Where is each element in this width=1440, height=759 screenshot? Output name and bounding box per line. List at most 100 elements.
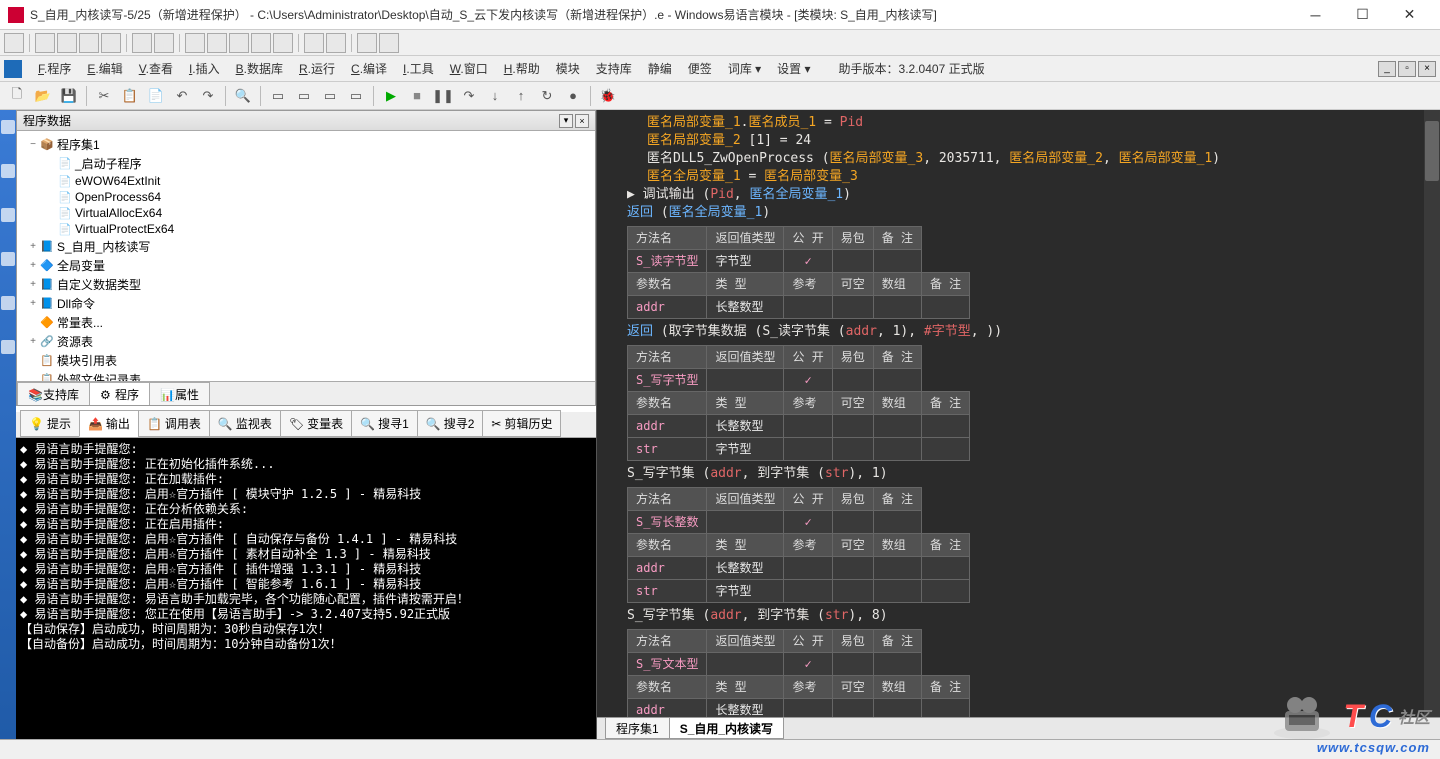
tb-btn[interactable] <box>185 33 205 53</box>
tb-btn[interactable] <box>207 33 227 53</box>
tree-node[interactable]: +📘Dll命令 <box>19 294 593 313</box>
tree-toggle[interactable]: + <box>27 298 39 309</box>
tree-node[interactable]: 📄eWOW64ExtInit <box>19 173 593 189</box>
menu-item[interactable]: B.数据库 <box>228 59 291 79</box>
run-icon[interactable]: ▶ <box>380 85 402 107</box>
table-cell[interactable]: str <box>628 438 707 461</box>
table-cell[interactable] <box>707 369 784 392</box>
table-cell[interactable] <box>784 415 832 438</box>
table-cell[interactable] <box>784 699 832 718</box>
table-cell[interactable] <box>873 369 921 392</box>
table-cell[interactable]: 长整数型 <box>707 699 784 718</box>
table-cell[interactable]: S_读字节型 <box>628 250 707 273</box>
menu-item[interactable]: 支持库 <box>588 59 640 79</box>
maximize-button[interactable]: ☐ <box>1340 1 1385 29</box>
menu-item[interactable]: E.编辑 <box>79 59 130 79</box>
tree-toggle[interactable]: + <box>27 241 39 252</box>
step-icon[interactable]: ↻ <box>536 85 558 107</box>
left-tab[interactable]: 📊属性 <box>149 382 210 405</box>
output-tab[interactable]: 📤输出 <box>79 410 139 437</box>
table-cell[interactable] <box>784 557 832 580</box>
window-icon[interactable]: ▭ <box>345 85 367 107</box>
step-icon[interactable]: ↓ <box>484 85 506 107</box>
table-cell[interactable] <box>832 653 873 676</box>
table-cell[interactable]: 字节型 <box>707 580 784 603</box>
table-cell[interactable] <box>832 250 873 273</box>
cut-icon[interactable]: ✂ <box>93 85 115 107</box>
code-editor[interactable]: 匿名局部变量_1.匿名成员_1 = Pid匿名局部变量_2 [1] = 24匿名… <box>597 110 1440 717</box>
table-cell[interactable]: ✓ <box>784 653 832 676</box>
table-cell[interactable] <box>921 557 969 580</box>
table-cell[interactable] <box>873 580 921 603</box>
tree-node[interactable]: +🔗资源表 <box>19 332 593 351</box>
output-console[interactable]: ◆ 易语言助手提醒您:◆ 易语言助手提醒您: 正在初始化插件系统...◆ 易语言… <box>16 438 596 739</box>
tb-btn[interactable] <box>251 33 271 53</box>
step-icon[interactable]: ↑ <box>510 85 532 107</box>
menu-item[interactable]: I.插入 <box>181 59 228 79</box>
tb-btn[interactable] <box>4 33 24 53</box>
table-cell[interactable] <box>873 511 921 534</box>
open-icon[interactable]: 📂 <box>32 85 54 107</box>
table-cell[interactable] <box>832 699 873 718</box>
activity-icon[interactable] <box>1 120 15 134</box>
left-tab[interactable]: ⚙程序 <box>89 382 150 405</box>
table-cell[interactable] <box>921 415 969 438</box>
editor-tab[interactable]: S_自用_内核读写 <box>669 718 784 739</box>
tb-btn[interactable] <box>229 33 249 53</box>
menu-item[interactable]: 模块 <box>548 59 588 79</box>
table-cell[interactable] <box>873 653 921 676</box>
left-tab[interactable]: 📚支持库 <box>17 382 90 405</box>
tree-node[interactable]: +📘S_自用_内核读写 <box>19 237 593 256</box>
menu-item[interactable]: 词库 ▾ <box>720 59 769 79</box>
minimize-button[interactable]: ─ <box>1293 1 1338 29</box>
tree-node[interactable]: +📘自定义数据类型 <box>19 275 593 294</box>
table-cell[interactable] <box>921 580 969 603</box>
table-cell[interactable] <box>873 699 921 718</box>
menu-item[interactable]: I.工具 <box>395 59 442 79</box>
table-cell[interactable]: addr <box>628 557 707 580</box>
scrollbar[interactable] <box>1424 110 1440 717</box>
tb-btn[interactable] <box>326 33 346 53</box>
table-cell[interactable]: str <box>628 580 707 603</box>
panel-pin-button[interactable]: ▾ <box>559 114 573 128</box>
table-cell[interactable] <box>921 438 969 461</box>
step-icon[interactable]: ↷ <box>458 85 480 107</box>
tb-btn[interactable] <box>57 33 77 53</box>
menu-item[interactable]: R.运行 <box>291 59 343 79</box>
tree-node[interactable]: 📋外部文件记录表 <box>19 370 593 381</box>
tree-toggle[interactable]: + <box>27 260 39 271</box>
output-tab[interactable]: 🔍搜寻1 <box>351 410 418 437</box>
menu-item[interactable]: 便签 <box>680 59 720 79</box>
tree-toggle[interactable]: + <box>27 336 39 347</box>
menu-item[interactable]: 静编 <box>640 59 680 79</box>
tb-btn[interactable] <box>132 33 152 53</box>
tb-btn[interactable] <box>273 33 293 53</box>
table-cell[interactable] <box>921 296 969 319</box>
table-cell[interactable]: S_写文本型 <box>628 653 707 676</box>
table-cell[interactable] <box>873 250 921 273</box>
tb-btn[interactable] <box>357 33 377 53</box>
table-cell[interactable] <box>784 438 832 461</box>
table-cell[interactable]: ✓ <box>784 250 832 273</box>
project-tree[interactable]: −📦程序集1📄_启动子程序📄eWOW64ExtInit📄OpenProcess6… <box>17 131 595 381</box>
window-icon[interactable]: ▭ <box>293 85 315 107</box>
new-icon[interactable]: 🗋 <box>6 85 28 107</box>
table-cell[interactable]: 长整数型 <box>707 415 784 438</box>
table-cell[interactable] <box>832 557 873 580</box>
output-tab[interactable]: ✂剪辑历史 <box>482 410 561 437</box>
table-cell[interactable] <box>832 580 873 603</box>
activity-icon[interactable] <box>1 340 15 354</box>
table-cell[interactable]: 长整数型 <box>707 557 784 580</box>
tree-node[interactable]: 📄VirtualAllocEx64 <box>19 205 593 221</box>
find-icon[interactable]: 🔍 <box>232 85 254 107</box>
menu-item[interactable]: 设置 ▾ <box>769 59 818 79</box>
output-tab[interactable]: 📋调用表 <box>138 410 210 437</box>
undo-icon[interactable]: ↶ <box>171 85 193 107</box>
menu-item[interactable]: F.程序 <box>30 59 79 79</box>
pause-icon[interactable]: ❚❚ <box>432 85 454 107</box>
mdi-minimize-button[interactable]: _ <box>1378 61 1396 77</box>
breakpoint-icon[interactable]: ● <box>562 85 584 107</box>
menu-item[interactable]: C.编译 <box>343 59 395 79</box>
output-tab[interactable]: 🔍监视表 <box>209 410 281 437</box>
tb-btn[interactable] <box>379 33 399 53</box>
